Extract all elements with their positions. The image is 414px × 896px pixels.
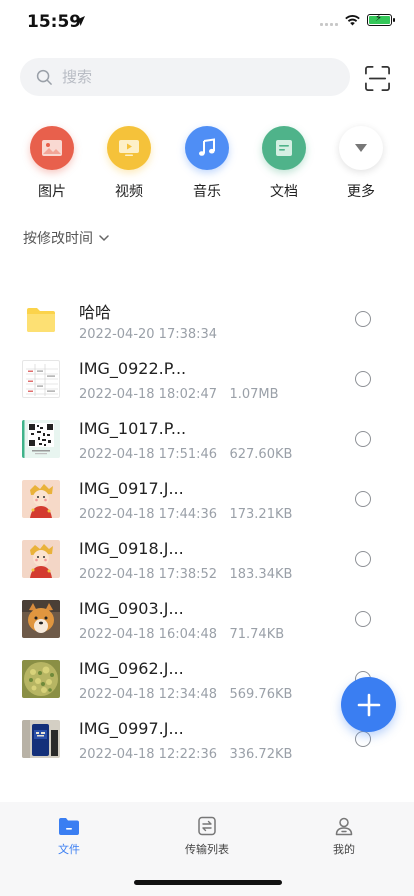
search-bar[interactable] bbox=[20, 58, 350, 96]
file-name: IMG_0962.J... bbox=[79, 659, 184, 678]
file-date: 2022-04-18 17:44:36 bbox=[79, 507, 218, 522]
file-row[interactable]: IMG_0917.J... 2022-04-18 17:44:36 173.21… bbox=[0, 470, 414, 530]
file-thumbnail bbox=[22, 660, 60, 698]
category-label: 更多 bbox=[347, 184, 375, 200]
file-row[interactable]: IMG_0918.J... 2022-04-18 17:38:52 183.34… bbox=[0, 530, 414, 590]
file-name: IMG_0997.J... bbox=[79, 719, 184, 738]
file-meta: 2022-04-18 18:02:47 1.07MB bbox=[79, 387, 279, 402]
category-more[interactable]: 更多 bbox=[331, 126, 391, 201]
file-size: 1.07MB bbox=[229, 387, 279, 402]
category-music[interactable]: 音乐 bbox=[177, 126, 237, 201]
file-size: 336.72KB bbox=[229, 747, 293, 762]
tab-files[interactable]: 文件 bbox=[24, 816, 114, 857]
category-shortcuts: 图片 视频 音乐 文档 更多 bbox=[0, 126, 414, 206]
file-size: 71.74KB bbox=[229, 627, 285, 642]
file-name: IMG_0922.P... bbox=[79, 359, 187, 378]
file-meta: 2022-04-18 16:04:48 71.74KB bbox=[79, 627, 284, 642]
status-indicators: ⚡ bbox=[320, 13, 395, 26]
chevron-down-icon bbox=[99, 234, 109, 241]
file-row[interactable]: IMG_0903.J... 2022-04-18 16:04:48 71.74K… bbox=[0, 590, 414, 650]
file-size: 569.76KB bbox=[229, 687, 293, 702]
file-thumbnail bbox=[22, 480, 60, 518]
file-date: 2022-04-18 17:51:46 bbox=[79, 447, 218, 462]
select-radio[interactable] bbox=[355, 491, 371, 507]
chevron-down-icon bbox=[355, 144, 367, 152]
file-name: IMG_0918.J... bbox=[79, 539, 184, 558]
folder-icon bbox=[59, 818, 79, 835]
file-meta: 2022-04-18 12:22:36 336.72KB bbox=[79, 747, 292, 762]
file-thumbnail bbox=[22, 540, 60, 578]
file-size: 183.34KB bbox=[229, 567, 293, 582]
file-thumbnail bbox=[22, 360, 60, 398]
tab-transfer-list[interactable]: 传输列表 bbox=[162, 816, 252, 857]
image-icon bbox=[42, 140, 62, 156]
file-meta: 2022-04-18 17:38:52 183.34KB bbox=[79, 567, 292, 582]
transfer-list-icon bbox=[198, 816, 216, 836]
file-name: IMG_0917.J... bbox=[79, 479, 184, 498]
file-name: IMG_0903.J... bbox=[79, 599, 184, 618]
profile-icon bbox=[335, 817, 353, 836]
battery-icon: ⚡ bbox=[367, 13, 395, 26]
select-radio[interactable] bbox=[355, 611, 371, 627]
location-arrow-icon bbox=[75, 16, 85, 26]
category-images[interactable]: 图片 bbox=[22, 126, 82, 201]
search-input[interactable] bbox=[62, 68, 322, 86]
video-icon bbox=[119, 140, 139, 156]
file-thumbnail bbox=[22, 420, 60, 458]
file-date: 2022-04-18 17:38:52 bbox=[79, 567, 218, 582]
tab-profile[interactable]: 我的 bbox=[299, 816, 389, 857]
status-bar: 15:59 ⚡ bbox=[0, 0, 414, 44]
file-meta: 2022-04-20 17:38:34 bbox=[79, 327, 217, 342]
file-size: 627.60KB bbox=[229, 447, 293, 462]
select-radio[interactable] bbox=[355, 551, 371, 567]
tab-label: 传输列表 bbox=[185, 843, 229, 856]
select-radio[interactable] bbox=[355, 371, 371, 387]
search-icon bbox=[36, 69, 52, 85]
category-label: 视频 bbox=[115, 184, 143, 200]
add-button[interactable] bbox=[341, 677, 396, 732]
wifi-icon bbox=[345, 14, 360, 26]
file-thumbnail bbox=[22, 600, 60, 638]
file-thumbnail bbox=[22, 720, 60, 758]
category-documents[interactable]: 文档 bbox=[254, 126, 314, 201]
file-date: 2022-04-18 18:02:47 bbox=[79, 387, 218, 402]
file-date: 2022-04-18 12:22:36 bbox=[79, 747, 218, 762]
file-row[interactable]: IMG_1017.P... 2022-04-18 17:51:46 627.60… bbox=[0, 410, 414, 470]
file-name: 哈哈 bbox=[79, 303, 112, 322]
category-label: 文档 bbox=[270, 184, 298, 200]
folder-icon bbox=[22, 300, 60, 338]
file-date: 2022-04-18 16:04:48 bbox=[79, 627, 218, 642]
tab-label: 我的 bbox=[333, 843, 355, 856]
plus-icon bbox=[357, 693, 380, 716]
category-label: 图片 bbox=[38, 184, 66, 200]
file-date: 2022-04-18 12:34:48 bbox=[79, 687, 218, 702]
file-meta: 2022-04-18 17:51:46 627.60KB bbox=[79, 447, 292, 462]
music-icon bbox=[199, 138, 215, 156]
file-date: 2022-04-20 17:38:34 bbox=[79, 327, 218, 342]
cellular-signal-icon bbox=[320, 15, 338, 26]
document-icon bbox=[276, 140, 292, 156]
select-radio[interactable] bbox=[355, 431, 371, 447]
home-indicator bbox=[134, 880, 282, 885]
file-meta: 2022-04-18 17:44:36 173.21KB bbox=[79, 507, 292, 522]
file-size: 173.21KB bbox=[229, 507, 293, 522]
category-videos[interactable]: 视频 bbox=[99, 126, 159, 201]
select-radio[interactable] bbox=[355, 731, 371, 747]
category-label: 音乐 bbox=[193, 184, 221, 200]
file-name: IMG_1017.P... bbox=[79, 419, 187, 438]
tab-label: 文件 bbox=[58, 843, 80, 856]
file-row[interactable]: 哈哈 2022-04-20 17:38:34 bbox=[0, 290, 414, 350]
sort-label: 按修改时间 bbox=[23, 231, 93, 247]
select-radio[interactable] bbox=[355, 311, 371, 327]
file-row[interactable]: IMG_0922.P... 2022-04-18 18:02:47 1.07MB bbox=[0, 350, 414, 410]
sort-selector[interactable]: 按修改时间 bbox=[23, 228, 109, 248]
file-meta: 2022-04-18 12:34:48 569.76KB bbox=[79, 687, 292, 702]
scan-icon[interactable] bbox=[364, 65, 391, 92]
